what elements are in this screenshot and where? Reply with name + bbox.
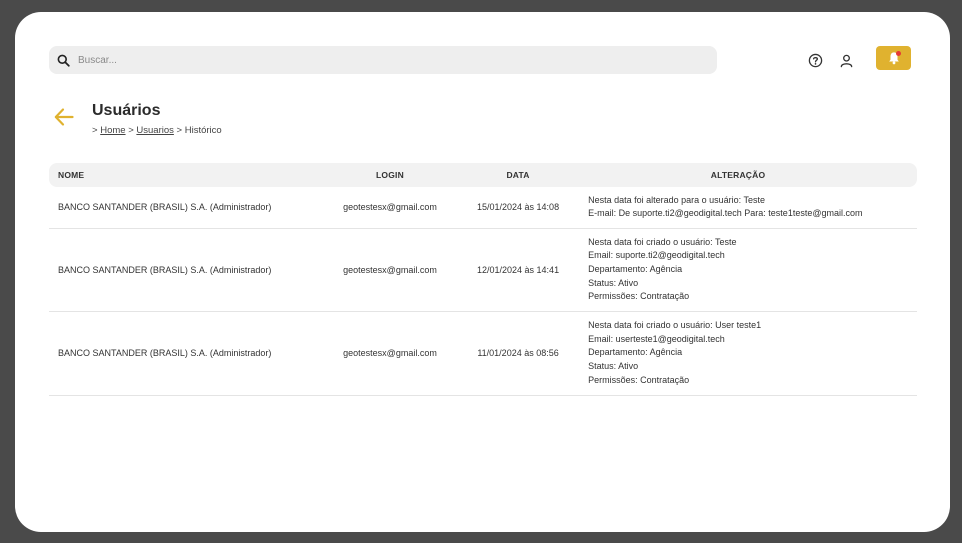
breadcrumb: > Home > Usuarios > Histórico: [92, 125, 222, 136]
table-row: BANCO SANTANDER (BRASIL) S.A. (Administr…: [49, 187, 917, 229]
cell-alteracao: Nesta data foi criado o usuário: User te…: [559, 311, 917, 396]
table-row: BANCO SANTANDER (BRASIL) S.A. (Administr…: [49, 228, 917, 313]
search-icon: [57, 54, 70, 67]
user-profile-button[interactable]: [838, 52, 854, 68]
cell-nome: BANCO SANTANDER (BRASIL) S.A. (Administr…: [49, 228, 303, 313]
back-arrow-icon[interactable]: [53, 106, 75, 128]
alteracao-line: E-mail: De suporte.ti2@geodigital.tech P…: [588, 208, 863, 219]
column-header-login: LOGIN: [303, 163, 477, 187]
alteracao-line: Email: suporte.ti2@geodigital.tech: [588, 250, 725, 261]
cell-login: geotestesx@gmail.com: [303, 228, 477, 313]
alteracao-line: Nesta data foi criado o usuário: User te…: [588, 320, 762, 331]
alteracao-line: Departamento: Agência: [588, 263, 683, 274]
user-icon: [840, 54, 852, 67]
table-row: BANCO SANTANDER (BRASIL) S.A. (Administr…: [49, 311, 917, 396]
alteracao-line: Departamento: Agência: [588, 347, 683, 358]
breadcrumb-current: Histórico: [184, 125, 222, 136]
breadcrumb-users-link[interactable]: Usuarios: [136, 125, 174, 136]
alteracao-line: Nesta data foi alterado para o usuário: …: [588, 194, 766, 205]
notifications-button[interactable]: [876, 46, 911, 70]
alteracao-line: Permissões: Contratação: [588, 291, 690, 302]
cell-data: 15/01/2024 às 14:08: [477, 187, 560, 229]
alteracao-line: Email: userteste1@geodigital.tech: [588, 333, 725, 344]
help-circle-icon: [808, 53, 822, 67]
app-frame: Usuários > Home > Usuarios > Histórico N…: [15, 12, 950, 532]
cell-alteracao: Nesta data foi criado o usuário: Teste E…: [559, 228, 917, 313]
search-bar[interactable]: [49, 46, 717, 74]
search-input[interactable]: [78, 54, 678, 66]
cell-data: 12/01/2024 às 14:41: [477, 228, 560, 313]
alteracao-line: Permissões: Contratação: [588, 374, 690, 385]
alteracao-line: Status: Ativo: [588, 361, 639, 372]
cell-nome: BANCO SANTANDER (BRASIL) S.A. (Administr…: [49, 187, 303, 229]
help-button[interactable]: [807, 52, 823, 68]
cell-login: geotestesx@gmail.com: [303, 187, 477, 229]
alteracao-line: Status: Ativo: [588, 277, 639, 288]
table-header-row: NOME LOGIN DATA ALTERAÇÃO: [49, 163, 917, 187]
cell-nome: BANCO SANTANDER (BRASIL) S.A. (Administr…: [49, 311, 303, 396]
breadcrumb-separator: >: [176, 125, 183, 136]
cell-login: geotestesx@gmail.com: [303, 311, 477, 396]
cell-alteracao: Nesta data foi alterado para o usuário: …: [559, 187, 917, 229]
breadcrumb-separator: >: [92, 125, 98, 136]
breadcrumb-home-link[interactable]: Home: [100, 125, 125, 136]
breadcrumb-separator: >: [128, 125, 134, 136]
cell-data: 11/01/2024 às 08:56: [477, 311, 560, 396]
column-header-alteracao: ALTERAÇÃO: [559, 163, 917, 187]
column-header-nome: NOME: [49, 163, 303, 187]
notification-badge: [896, 51, 901, 56]
page-title: Usuários: [92, 102, 161, 119]
history-table: NOME LOGIN DATA ALTERAÇÃO BANCO SANTANDE…: [49, 163, 917, 396]
column-header-data: DATA: [477, 163, 560, 187]
alteracao-line: Nesta data foi criado o usuário: Teste: [588, 236, 737, 247]
